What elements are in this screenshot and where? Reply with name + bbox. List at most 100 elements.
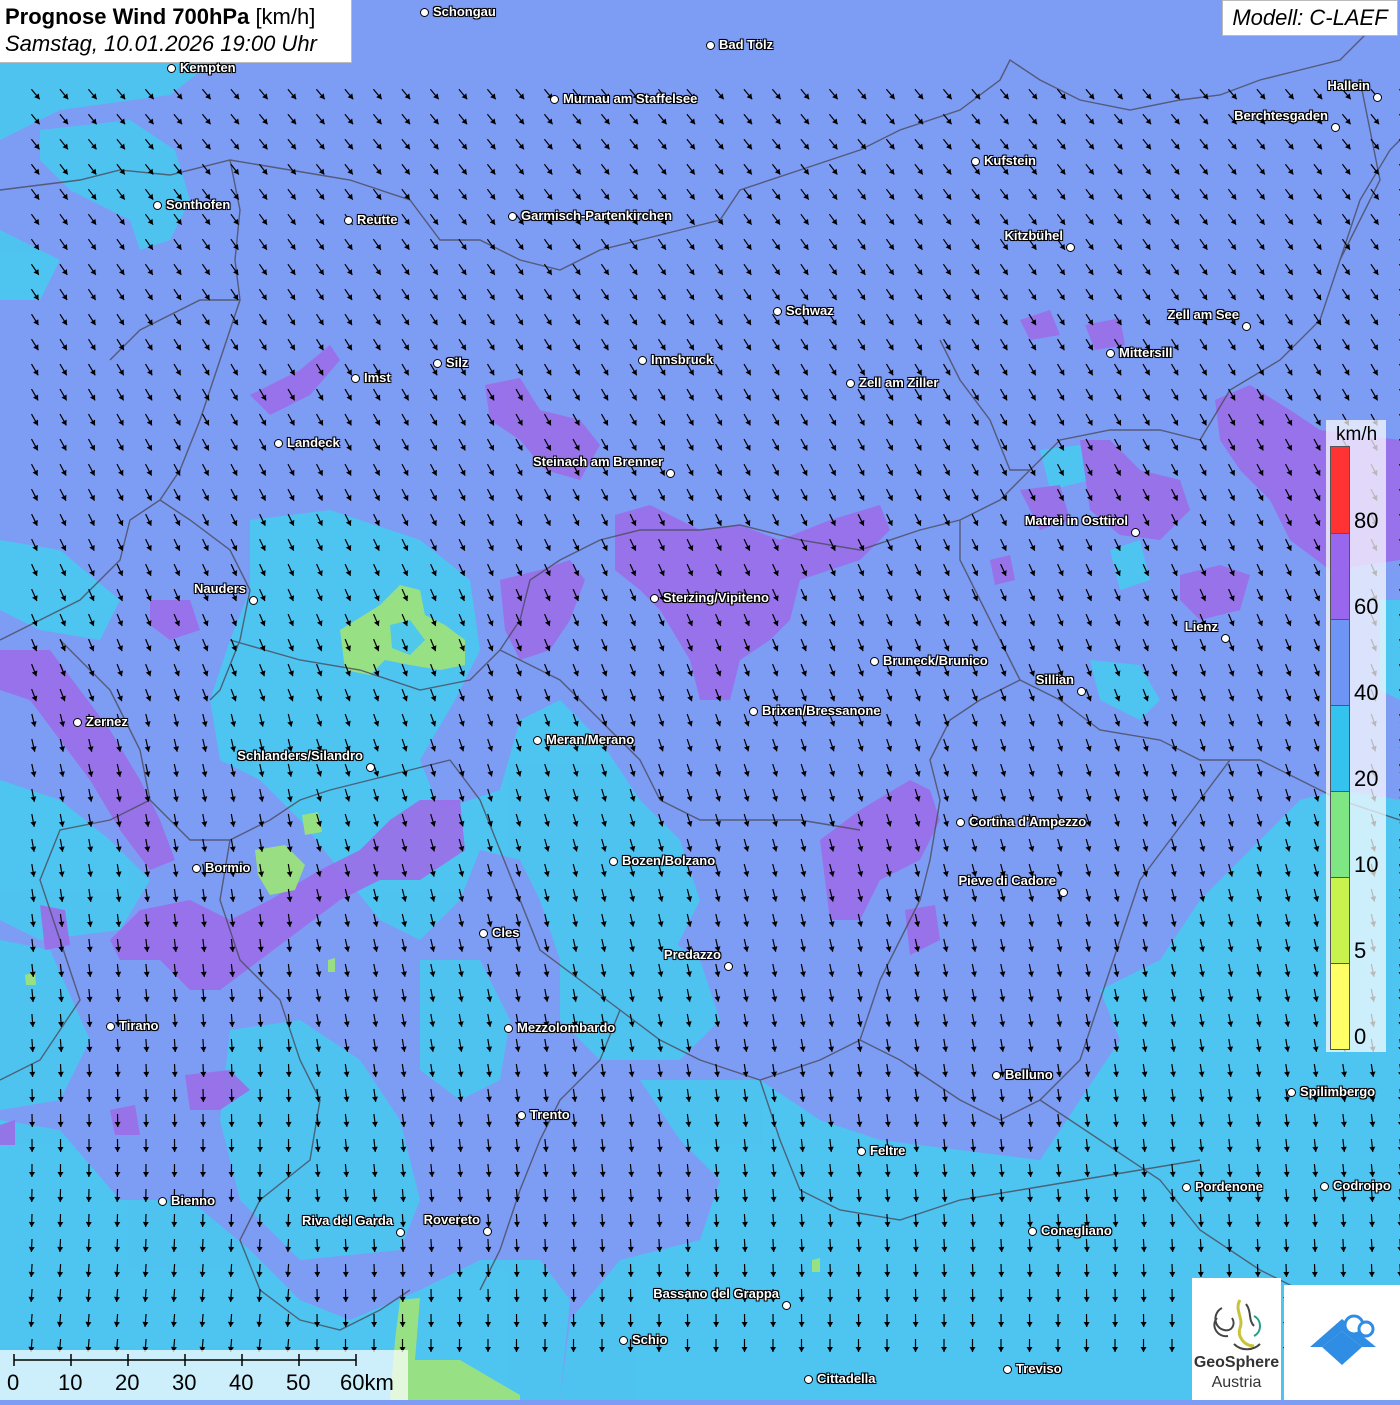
city-marker — [1066, 243, 1075, 252]
scale-label-60km: 60km — [340, 1370, 394, 1396]
city-label: Meran/Merano — [546, 732, 634, 747]
city-label: Steinach am Brenner — [533, 454, 663, 469]
city-marker — [992, 1071, 1001, 1080]
scale-label-30: 30 — [172, 1370, 196, 1396]
city-marker — [1221, 634, 1230, 643]
city-marker — [106, 1022, 115, 1031]
legend-tick-5: 5 — [1354, 938, 1366, 964]
city-marker — [857, 1147, 866, 1156]
city-marker — [73, 718, 82, 727]
legend-segment-80plus — [1331, 447, 1349, 533]
legend-segment-10-20 — [1331, 791, 1349, 877]
city-label: Mezzolombardo — [517, 1020, 615, 1035]
city-label: Bruneck/Brunico — [883, 653, 988, 668]
city-label: Berchtesgaden — [1234, 108, 1328, 123]
city-label: Trento — [530, 1107, 570, 1122]
city-marker — [1373, 93, 1382, 102]
city-label: Bienno — [171, 1193, 215, 1208]
city-marker — [846, 379, 855, 388]
city-marker — [650, 594, 659, 603]
legend-tick-10: 10 — [1354, 852, 1378, 878]
map-title: Prognose Wind 700hPa [km/h] — [5, 4, 351, 30]
city-label: Belluno — [1005, 1067, 1053, 1082]
scale-bar: 0 10 20 30 40 50 60km — [0, 1350, 408, 1400]
city-marker — [1331, 123, 1340, 132]
city-marker — [619, 1336, 628, 1345]
city-label: Reutte — [357, 212, 397, 227]
map-title-unit: [km/h] — [255, 4, 315, 29]
city-marker — [479, 929, 488, 938]
city-marker — [153, 201, 162, 210]
legend-tick-20: 20 — [1354, 766, 1378, 792]
city-label: Garmisch-Partenkirchen — [521, 208, 672, 223]
city-label: Murnau am Staffelsee — [563, 91, 697, 106]
city-label: Schongau — [433, 4, 496, 19]
city-marker — [804, 1375, 813, 1384]
city-label: Kitzbühel — [1005, 228, 1064, 243]
city-label: Schwaz — [786, 303, 834, 318]
city-label: Pieve di Cadore — [958, 873, 1056, 888]
scale-label-0: 0 — [7, 1370, 19, 1396]
city-marker — [706, 41, 715, 50]
map-title-main: Prognose Wind 700hPa — [5, 4, 249, 29]
city-marker — [158, 1197, 167, 1206]
geosphere-emblem-icon — [1192, 1288, 1281, 1358]
city-label: Bormio — [205, 860, 251, 875]
city-marker — [870, 657, 879, 666]
city-label: Bad Tölz — [719, 37, 773, 52]
city-label: Schio — [632, 1332, 667, 1347]
scale-label-40: 40 — [229, 1370, 253, 1396]
city-label: Feltre — [870, 1143, 905, 1158]
title-box: Prognose Wind 700hPa [km/h] Samstag, 10.… — [0, 0, 352, 63]
city-label: Matrei in Osttirol — [1025, 513, 1128, 528]
city-label: Conegliano — [1041, 1223, 1112, 1238]
city-label: Landeck — [287, 435, 340, 450]
scale-bar-line — [0, 1350, 408, 1372]
city-label: Zernez — [86, 714, 128, 729]
legend-tick-60: 60 — [1354, 594, 1378, 620]
city-marker — [1182, 1183, 1191, 1192]
forecast-datetime: Samstag, 10.01.2026 19:00 Uhr — [5, 30, 351, 58]
city-label: Sonthofen — [166, 197, 230, 212]
city-marker — [638, 356, 647, 365]
app-logo[interactable] — [1284, 1285, 1400, 1400]
city-marker — [396, 1228, 405, 1237]
city-label: Bassano del Grappa — [653, 1286, 779, 1301]
city-label: Lienz — [1185, 619, 1218, 634]
city-label: Bozen/Bolzano — [622, 853, 715, 868]
city-marker — [504, 1024, 513, 1033]
city-marker — [167, 64, 176, 73]
city-label: Silz — [446, 355, 468, 370]
legend-segment-40-60 — [1331, 619, 1349, 705]
legend-segment-5-10 — [1331, 877, 1349, 963]
city-marker — [351, 374, 360, 383]
logo-text-line2: Austria — [1192, 1374, 1281, 1392]
city-marker — [724, 962, 733, 971]
scale-label-10: 10 — [58, 1370, 82, 1396]
city-marker — [550, 95, 559, 104]
city-label: Hallein — [1327, 78, 1370, 93]
city-marker — [1059, 888, 1068, 897]
city-marker — [971, 157, 980, 166]
city-marker — [508, 212, 517, 221]
city-marker — [773, 307, 782, 316]
city-label: Kufstein — [984, 153, 1036, 168]
city-marker — [517, 1111, 526, 1120]
legend-segment-60-80 — [1331, 533, 1349, 619]
city-marker — [420, 8, 429, 17]
city-marker — [666, 469, 675, 478]
city-label: Innsbruck — [651, 352, 713, 367]
scale-label-20: 20 — [115, 1370, 139, 1396]
legend-tick-40: 40 — [1354, 680, 1378, 706]
city-label: Nauders — [194, 581, 246, 596]
geosphere-logo[interactable]: GeoSphere Austria — [1192, 1278, 1281, 1400]
legend-unit: km/h — [1336, 424, 1377, 446]
city-label: Riva del Garda — [302, 1213, 393, 1228]
city-marker — [344, 216, 353, 225]
city-label: Mittersill — [1119, 345, 1172, 360]
city-marker — [1028, 1227, 1037, 1236]
city-marker — [1131, 528, 1140, 537]
city-marker — [749, 707, 758, 716]
city-marker — [1077, 687, 1086, 696]
legend-color-bar — [1330, 446, 1350, 1050]
